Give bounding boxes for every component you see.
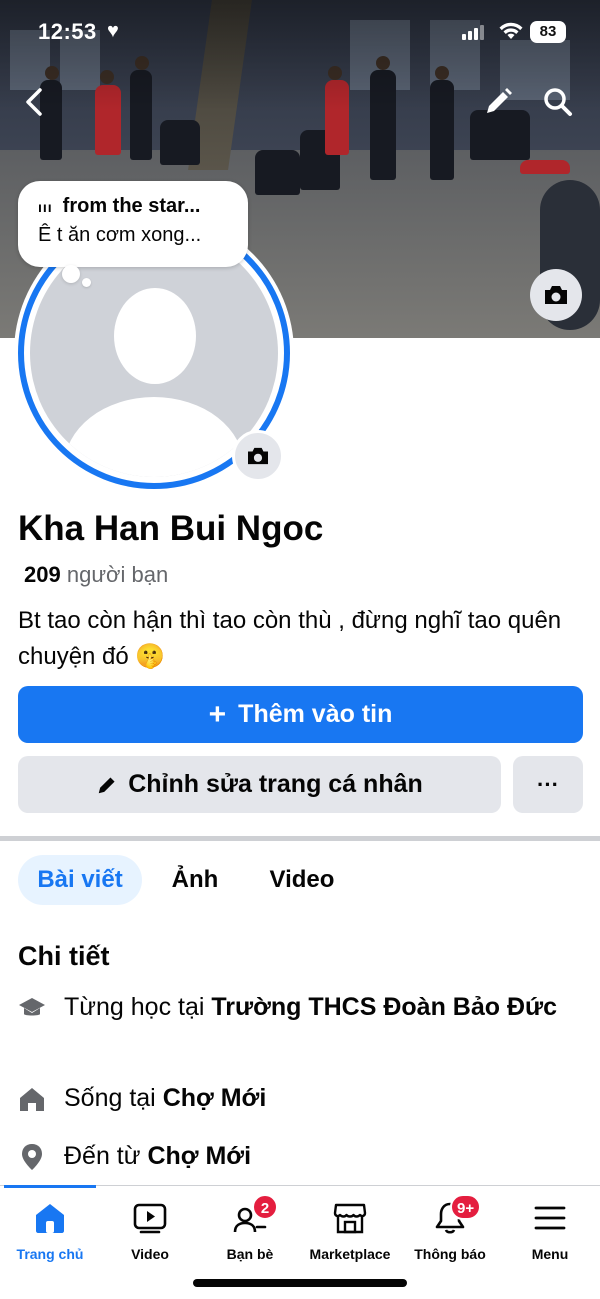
notifications-badge: 9+: [450, 1194, 482, 1220]
edit-profile-label: Chỉnh sửa trang cá nhân: [128, 770, 423, 798]
detail-lives-in-value: Chợ Mới: [162, 1084, 267, 1112]
nav-friends-label: Bạn bè: [226, 1246, 274, 1262]
graduation-cap-icon: [18, 994, 46, 1022]
location-pin-icon: [18, 1143, 46, 1171]
marketplace-icon: [332, 1200, 368, 1236]
nav-notifications-label: Thông báo: [414, 1246, 486, 1262]
avatar-silhouette-body: [64, 397, 244, 477]
signal-icon: [462, 24, 486, 40]
camera-icon: [545, 286, 567, 304]
nav-marketplace-label: Marketplace: [309, 1246, 391, 1262]
battery-indicator: 83: [530, 21, 566, 43]
note-text: Ê t ăn cơm xong...: [38, 224, 202, 246]
video-icon: [132, 1200, 168, 1236]
home-icon: [18, 1085, 46, 1113]
nav-video-label: Video: [131, 1246, 169, 1262]
home-icon: [32, 1200, 68, 1236]
detail-from-value: Chợ Mới: [147, 1142, 252, 1170]
detail-from-prefix: Đến từ: [64, 1142, 148, 1170]
menu-icon: [532, 1200, 568, 1236]
nav-video[interactable]: Video: [100, 1196, 200, 1266]
search-icon: [544, 88, 572, 116]
edit-button[interactable]: [480, 84, 516, 120]
status-time: 12:53: [38, 19, 97, 44]
wifi-icon: [499, 22, 523, 39]
chevron-left-icon: [26, 88, 42, 116]
cover-camera-button[interactable]: [530, 269, 582, 321]
nav-home[interactable]: Trang chủ: [0, 1196, 100, 1266]
nav-notifications[interactable]: 9+ Thông báo: [400, 1194, 500, 1266]
nav-friends[interactable]: 2 Bạn bè: [200, 1194, 300, 1266]
detail-education[interactable]: Từng học tại Trường THCS Đoàn Bảo Đức: [64, 990, 574, 1025]
note-song-title: from the star...: [62, 195, 201, 217]
plus-icon: +: [208, 697, 227, 731]
pencil-icon: [98, 776, 115, 793]
edit-profile-button[interactable]: Chỉnh sửa trang cá nhân: [18, 756, 501, 813]
more-options-button[interactable]: ···: [513, 756, 583, 813]
friends-badge: 2: [252, 1194, 278, 1220]
tab-videos[interactable]: Video: [250, 855, 354, 905]
friends-number: 209: [24, 562, 61, 587]
avatar-camera-button[interactable]: [232, 430, 284, 482]
camera-icon: [248, 447, 268, 465]
details-title: Chi tiết: [18, 941, 110, 971]
detail-lives-in[interactable]: Sống tại Chợ Mới: [64, 1081, 266, 1116]
nav-menu[interactable]: Menu: [500, 1196, 600, 1266]
heart-icon: ♥: [107, 20, 119, 42]
tab-photos[interactable]: Ảnh: [160, 855, 230, 905]
avatar-silhouette-head: [114, 288, 196, 384]
pencil-icon: [487, 88, 512, 113]
home-indicator[interactable]: [193, 1279, 407, 1287]
more-dots-icon: ···: [537, 771, 559, 797]
back-button[interactable]: [16, 84, 52, 120]
friends-label: người bạn: [66, 562, 169, 587]
detail-lives-in-prefix: Sống tại: [64, 1084, 163, 1112]
status-bar: 12:53 ♥ 83: [0, 0, 600, 66]
add-to-story-button[interactable]: + Thêm vào tin: [18, 686, 583, 743]
section-divider: [0, 836, 600, 841]
note-bubble-tail-small: [82, 278, 91, 287]
nav-marketplace[interactable]: Marketplace: [300, 1196, 400, 1266]
nav-home-label: Trang chủ: [16, 1246, 84, 1262]
note-bubble[interactable]: ııı from the star... Ê t ăn cơm xong...: [18, 181, 248, 267]
detail-education-prefix: Từng học tại: [64, 993, 212, 1021]
tab-posts[interactable]: Bài viết: [18, 855, 142, 905]
note-song: ııı from the star...: [38, 195, 248, 218]
search-button[interactable]: [540, 84, 576, 120]
nav-menu-label: Menu: [531, 1246, 569, 1262]
add-to-story-label: Thêm vào tin: [238, 700, 393, 728]
detail-education-value: Trường THCS Đoàn Bảo Đức: [211, 993, 558, 1021]
note-bubble-tail: [62, 265, 80, 283]
profile-bio: Bt tao còn hận thì tao còn thù , đừng ng…: [18, 607, 562, 670]
music-bars-icon: ııı: [38, 199, 53, 215]
profile-name: Kha Han Bui Ngoc: [18, 509, 324, 548]
friends-count[interactable]: 209 người bạn: [24, 562, 168, 588]
active-tab-indicator: [4, 1185, 96, 1188]
detail-from[interactable]: Đến từ Chợ Mới: [64, 1139, 251, 1174]
